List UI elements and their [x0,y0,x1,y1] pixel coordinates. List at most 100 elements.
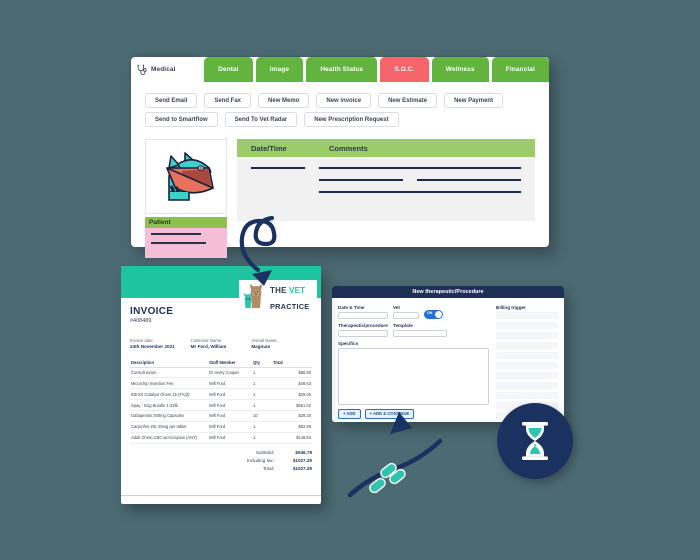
column-header-description: Description [130,357,208,368]
date-time-input[interactable] [338,311,388,319]
vet-field-group: Vet [393,305,419,319]
table-row: Consult exam Dr Harry Cooper 1 $86.80 [130,367,312,379]
including-tax-label: Including tax: [246,457,274,463]
cell-staff: Will Ford [208,432,252,444]
therapeutic-form-fields: Date & Time Vet ON Therapeutic/procedure [338,305,489,422]
including-tax-value: $1027.29 [292,457,312,463]
window-title: New therapeutic/Procedure [332,286,564,298]
send-email-button[interactable]: Send Email [145,93,198,108]
column-header-total: Total [272,357,312,368]
patient-panel: Patient [145,139,227,258]
table-row: Microchip Insertion Fee Will Ford 1 $48.… [130,377,312,390]
new-invoice-button[interactable]: New invoice [316,93,372,108]
patient-photo [145,139,227,214]
logo-line1: THE VET [270,285,306,295]
cell-description: IDEXX Catalyst Chem 15 (FA(3) [130,388,208,401]
template-input[interactable] [393,329,447,337]
therapeutic-procedure-label: Therapeutic/procedure [338,323,388,328]
vet-input[interactable] [393,311,419,319]
table-row: IDEXX Catalyst Chem 15 (FA(3) Will Ford … [130,388,312,401]
table-row: Spay - Dog Bundle 1-22lb Will Ford 1 $65… [130,399,312,412]
cell-description: Consult exam [130,367,208,379]
new-estimate-button[interactable]: New Estimate [378,93,438,108]
stethoscope-icon [137,64,147,75]
list-item[interactable] [496,321,558,329]
tab-soc[interactable]: S.O.C. [380,57,429,82]
total-label: Total: [263,465,274,471]
cell-staff: Will Ford [208,421,252,433]
patient-panel-title: Patient [145,217,227,228]
cell-staff: Will Ford [208,410,252,422]
specifics-textarea[interactable] [338,347,489,405]
on-toggle[interactable]: ON [424,309,443,319]
send-to-vet-radar-button[interactable]: Send To Vet Radar [224,112,298,127]
cell-qty: 1 [252,432,272,444]
cell-total: $149.84 [272,432,312,444]
animal-name-group: Animal Name: Magnum [251,338,312,349]
including-tax-row: Including tax: $1027.29 [121,458,312,463]
cell-staff: Will Ford [208,377,252,390]
form-row-1: Date & Time Vet ON [338,305,489,319]
capsule-pills-icon [369,462,406,494]
cell-total: $29.05 [272,388,312,401]
list-item[interactable] [496,371,558,379]
list-item[interactable] [496,361,558,369]
note-date-empty [251,191,305,193]
list-item[interactable] [496,391,558,399]
cat-with-cone-illustration [166,151,214,201]
notes-table-body [237,157,535,221]
medical-content-area: Patient Date/Time Comments [145,139,535,258]
tab-wellness[interactable]: Wellness [431,57,489,82]
list-item[interactable] [496,311,558,319]
send-fax-button[interactable]: Send Fax [204,93,252,108]
column-header-datetime: Date/Time [251,143,287,153]
add-button[interactable]: + ADD [338,408,361,419]
patient-detail-line [151,233,202,235]
specifics-label: Specifics [338,341,359,346]
patient-details-redacted [145,228,227,258]
therapeutic-procedure-field-group: Therapeutic/procedure [338,323,388,337]
add-and-continue-button[interactable]: + ADD & CONTINUE [364,408,415,419]
hourglass-icon [522,422,548,460]
note-comment-redacted [417,179,521,181]
cell-qty: 1 [252,421,272,433]
tab-medical[interactable]: Medical [131,57,201,82]
tab-financial[interactable]: Financial [491,57,549,82]
date-time-label: Date & Time [338,305,365,310]
list-item[interactable] [496,331,558,339]
new-prescription-request-button[interactable]: New Prescription Request [304,112,399,127]
subtotal-row: Subtotal: $946.78 [121,450,312,455]
cell-qty: 1 [252,388,272,401]
invoice-footer-divider [121,494,321,496]
logo-text: THE VET PRACTICE [270,281,309,314]
cell-total: $48.83 [272,377,312,390]
cell-total: $52.90 [272,421,312,433]
new-payment-button[interactable]: New Payment [444,93,504,108]
notes-table: Date/Time Comments [237,139,535,247]
therapeutic-procedure-input[interactable] [338,329,388,337]
action-button-row-2: Send to Smartflow Send To Vet Radar New … [131,112,549,127]
template-field-group: Template [393,323,447,337]
date-time-field-group: Date & Time [338,305,388,319]
subtotal-value: $946.78 [295,449,312,455]
invoice-date-value: 24th November 2021 [130,343,175,349]
billing-trigger-label: Billing trigger [496,305,526,310]
table-row: Gabapentin 300mg Capsules Will Ford 10 $… [130,410,312,422]
send-to-smartflow-button[interactable]: Send to Smartflow [145,112,218,127]
column-header-comments: Comments [329,143,368,153]
tab-dental[interactable]: Dental [204,57,253,82]
form-row-2: Therapeutic/procedure Template [338,323,489,337]
new-memo-button[interactable]: New Memo [258,93,310,108]
hourglass-badge [497,403,573,479]
list-item[interactable] [496,351,558,359]
list-item[interactable] [496,381,558,389]
cell-total: $651.02 [272,399,312,412]
table-row [251,191,521,193]
tab-health-status[interactable]: Health Status [306,57,378,82]
list-item[interactable] [496,341,558,349]
table-row: Adult Chem,CBC w/Acciuplus (ANT) Will Fo… [130,432,312,444]
cell-qty: 1 [252,367,272,379]
cell-qty: 1 [252,399,272,412]
animal-name-label: Animal Name: [251,338,278,343]
tab-image[interactable]: Image [255,57,304,82]
